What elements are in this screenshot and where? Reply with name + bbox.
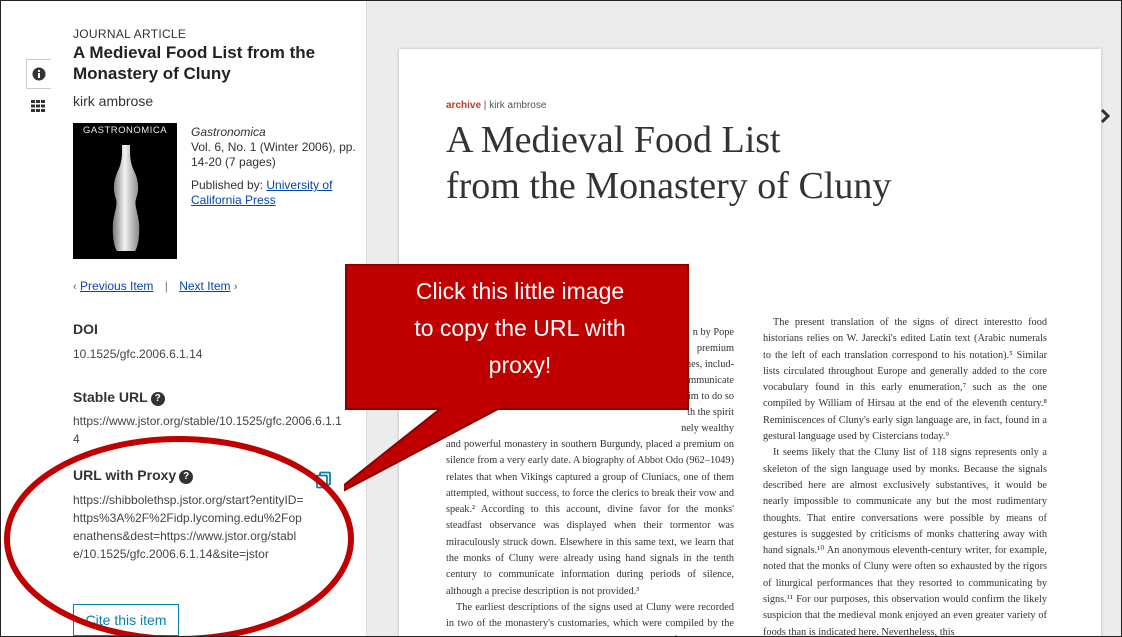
- chevron-left-icon: ‹: [73, 281, 77, 293]
- app-window: JOURNAL ARTICLE A Medieval Food List fro…: [0, 0, 1122, 637]
- copy-icon[interactable]: [315, 471, 333, 489]
- content-type-label: JOURNAL ARTICLE: [73, 27, 187, 41]
- item-pager: ‹ Previous Item | Next Item ›: [73, 279, 238, 293]
- journal-issue: Vol. 6, No. 1 (Winter 2006), pp. 14-20 (…: [191, 140, 356, 169]
- journal-cover-image[interactable]: GASTRONOMICA: [73, 123, 177, 259]
- page-kicker: archive | kirk ambrose: [446, 100, 546, 111]
- question-icon[interactable]: ?: [179, 470, 194, 484]
- next-item-link[interactable]: Next Item: [179, 279, 230, 293]
- tab-info[interactable]: [26, 59, 51, 89]
- stable-url-heading: Stable URL?: [73, 389, 165, 406]
- proxy-url-value: https://shibbolethsp.jstor.org/start?ent…: [73, 493, 304, 561]
- publisher-line: Published by: University of California P…: [191, 178, 363, 208]
- chevron-right-icon: ›: [233, 281, 238, 293]
- item-details-sidebar: JOURNAL ARTICLE A Medieval Food List fro…: [71, 1, 367, 636]
- obscured-line-1: n by Pope: [692, 327, 734, 338]
- sidebar-tab-strip: [26, 59, 51, 123]
- journal-name: Gastronomica: [191, 125, 266, 139]
- stable-url-value: https://www.jstor.org/stable/10.1525/gfc…: [73, 414, 342, 446]
- obscured-line-6: th the spirit: [687, 407, 734, 418]
- callout-line-3: proxy!: [488, 352, 552, 378]
- next-page-arrow[interactable]: [1100, 108, 1111, 129]
- page-title-line1: A Medieval Food List: [446, 119, 781, 161]
- page-title-line2: from the Monastery of Cluny: [446, 165, 892, 207]
- grid-icon: [31, 100, 45, 112]
- kicker-separator: |: [481, 100, 490, 111]
- bottle-illustration: [112, 145, 140, 251]
- callout-text: Click this little image to copy the URL …: [352, 273, 688, 384]
- pager-separator: |: [164, 279, 168, 293]
- info-icon: [32, 67, 46, 81]
- article-title: A Medieval Food List from the Monastery …: [73, 43, 316, 83]
- paragraph: The earliest descriptions of the signs u…: [446, 601, 734, 636]
- paragraph: The present translation of the signs of …: [763, 317, 1047, 443]
- doi-value: 10.1525/gfc.2006.6.1.14: [73, 347, 203, 361]
- tab-contents[interactable]: [27, 95, 49, 117]
- cite-button[interactable]: Cite this item: [73, 604, 179, 636]
- callout-line-2: to copy the URL with: [414, 315, 626, 341]
- question-icon[interactable]: ?: [150, 392, 165, 406]
- previous-item-link[interactable]: Previous Item: [80, 279, 153, 293]
- obscured-line-4: mmunicate: [688, 375, 734, 386]
- chevron-right-icon: [1100, 108, 1111, 124]
- page-title: A Medieval Food List from the Monastery …: [446, 117, 1066, 209]
- published-by-label: Published by:: [191, 178, 267, 192]
- cover-title: GASTRONOMICA: [82, 125, 168, 136]
- proxy-url-heading: URL with Proxy?: [73, 467, 194, 484]
- kicker-section: archive: [446, 100, 482, 111]
- paragraph: It seems likely that the Cluny list of 1…: [763, 447, 1047, 637]
- callout-line-1: Click this little image: [415, 278, 625, 304]
- text-column-right: The present translation of the signs of …: [763, 283, 1047, 637]
- journal-info: Gastronomica Vol. 6, No. 1 (Winter 2006)…: [191, 125, 363, 208]
- kicker-author: kirk ambrose: [489, 100, 547, 111]
- article-author: kirk ambrose: [73, 93, 154, 109]
- stable-url-label: Stable URL: [73, 389, 148, 405]
- proxy-url-label: URL with Proxy: [73, 467, 177, 483]
- obscured-line-2: premium: [696, 343, 734, 354]
- doi-label: DOI: [73, 321, 98, 337]
